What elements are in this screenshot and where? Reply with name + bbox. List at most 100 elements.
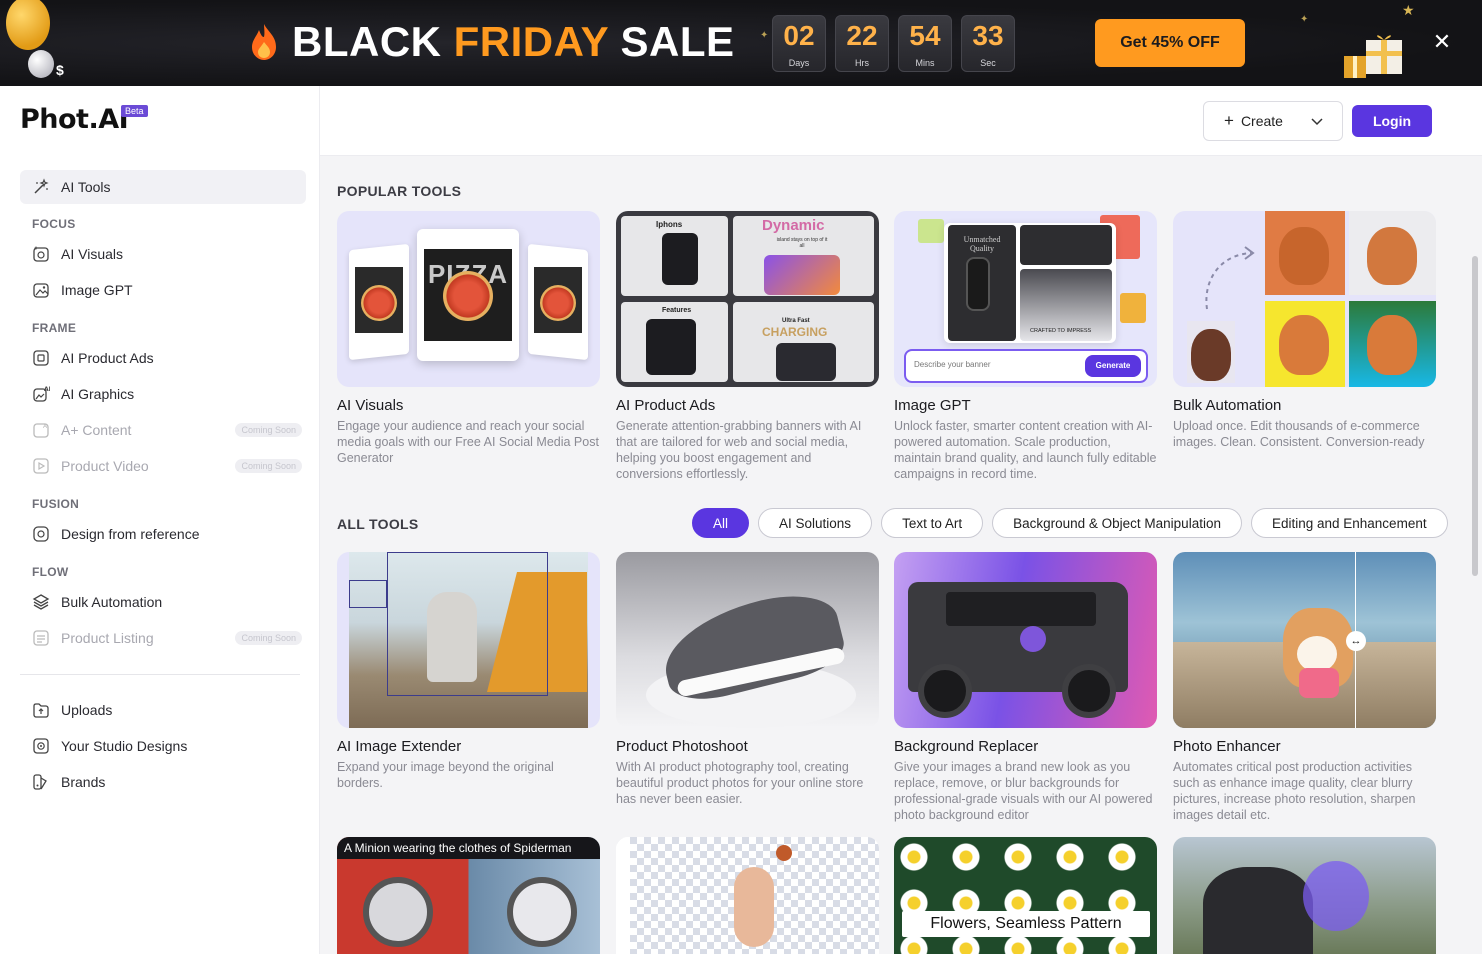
coming-soon-badge: Coming Soon	[235, 459, 302, 473]
ai-graphics-icon: AI	[32, 385, 50, 403]
countdown-seconds: 33 Sec	[961, 15, 1015, 72]
get-discount-button[interactable]: Get 45% OFF	[1095, 19, 1245, 67]
reference-icon	[32, 525, 50, 543]
tool-card-ai-product-ads[interactable]: Iphons Dynamic island stays on top of it…	[616, 211, 879, 482]
star-icon: ★	[1402, 2, 1415, 18]
card-title: Background Replacer	[894, 738, 1039, 755]
filter-chip-ai-solutions[interactable]: AI Solutions	[758, 508, 873, 538]
sidebar-item-design-from-reference[interactable]: Design from reference	[20, 517, 306, 551]
tool-card-background-replacer[interactable]: Background Replacer Give your images a b…	[894, 552, 1157, 823]
brand-icon	[32, 773, 50, 791]
generate-badge: Generate	[1085, 355, 1141, 377]
sidebar-item-ai-visuals[interactable]: AI Visuals	[20, 237, 306, 271]
minion-thumbnail: A Minion wearing the clothes of Spiderma…	[337, 837, 600, 954]
main-scrollbar[interactable]	[1472, 256, 1478, 576]
ad-frame-icon	[32, 349, 50, 367]
filter-chip-text-to-art[interactable]: Text to Art	[881, 508, 984, 538]
countdown-value: 54	[909, 20, 941, 51]
tool-card-image-gpt[interactable]: Unmatched Quality CRAFTED TO IMPRESS Des…	[894, 211, 1157, 482]
ad-text: island stays on top of it all	[776, 237, 828, 249]
card-description: Generate attention-grabbing banners with…	[616, 419, 862, 481]
countdown-label: Sec	[980, 58, 996, 68]
filter-chip-background-object[interactable]: Background & Object Manipulation	[992, 508, 1242, 538]
sidebar-item-label: Design from reference	[61, 526, 200, 542]
card-title: Photo Enhancer	[1173, 738, 1281, 755]
listing-icon	[32, 629, 50, 647]
arrow-icon	[1205, 246, 1255, 310]
magic-wand-icon	[32, 178, 50, 196]
card-title: Bulk Automation	[1173, 397, 1282, 414]
close-icon[interactable]: ✕	[1432, 31, 1452, 53]
ad-text: CRAFTED TO IMPRESS	[1030, 328, 1092, 334]
sale-title-highlight: FRIDAY	[453, 18, 609, 65]
photo-enhancer-thumbnail: ↔	[1173, 552, 1436, 728]
tool-card-bulk-automation[interactable]: Bulk Automation Upload once. Edit thousa…	[1173, 211, 1436, 450]
all-tools-heading: ALL TOOLS	[337, 516, 419, 532]
countdown-hours: 22 Hrs	[835, 15, 889, 72]
sidebar-item-label: Your Studio Designs	[61, 738, 188, 754]
sidebar-item-uploads[interactable]: Uploads	[20, 693, 306, 727]
content-icon: A	[32, 421, 50, 439]
coming-soon-badge: Coming Soon	[235, 423, 302, 437]
filter-chip-all[interactable]: All	[692, 508, 750, 538]
image-extender-thumbnail	[337, 552, 600, 728]
filter-chip-editing-enhancement[interactable]: Editing and Enhancement	[1250, 508, 1448, 538]
tool-card-ai-visuals[interactable]: PIZZA AI Visuals Engage your audience an…	[337, 211, 600, 466]
background-replacer-thumbnail	[894, 552, 1157, 728]
login-button[interactable]: Login	[1352, 105, 1432, 137]
card-description: Automates critical post production activ…	[1173, 760, 1416, 822]
logo[interactable]: Phot.AI	[20, 104, 129, 135]
tool-card-object-remover[interactable]	[1173, 837, 1436, 954]
beta-badge: Beta	[121, 105, 148, 117]
banner-prompt-text: Describe your banner	[914, 360, 991, 369]
flowers-thumbnail: Flowers, Seamless Pattern	[894, 837, 1157, 954]
filter-chips: All AI Solutions Text to Art Background …	[692, 508, 1448, 538]
promo-banner: ✦ ✦ ★ $ BLACK FRIDAY SALE 02 Days 22 Hrs 5…	[0, 0, 1482, 86]
top-header: + Create Login	[320, 86, 1482, 156]
ai-product-ads-thumbnail: Iphons Dynamic island stays on top of it…	[616, 211, 879, 387]
card-title: AI Visuals	[337, 397, 404, 414]
card-description: Expand your image beyond the original bo…	[337, 760, 554, 790]
countdown-label: Hrs	[855, 58, 869, 68]
countdown-label: Mins	[915, 58, 935, 68]
sidebar-item-a-plus-content: A A+ Content Coming Soon	[20, 413, 306, 447]
tool-card-ai-image-extender[interactable]: AI Image Extender Expand your image beyo…	[337, 552, 600, 791]
sidebar: Phot.AI Beta AI Tools FOCUS AI Visuals I…	[0, 86, 320, 954]
sidebar-item-brands[interactable]: Brands	[20, 765, 306, 799]
prompt-caption: A Minion wearing the clothes of Spiderma…	[337, 837, 600, 859]
plus-icon: +	[1224, 111, 1234, 130]
sale-title-part: BLACK	[292, 18, 454, 65]
design-icon	[32, 737, 50, 755]
tool-card-pattern-generator[interactable]: Flowers, Seamless Pattern	[894, 837, 1157, 954]
product-photoshoot-thumbnail	[616, 552, 879, 728]
sidebar-item-ai-tools[interactable]: AI Tools	[20, 170, 306, 204]
sale-title: BLACK FRIDAY SALE	[292, 18, 735, 66]
tool-card-product-photoshoot[interactable]: Product Photoshoot With AI product photo…	[616, 552, 879, 807]
sidebar-item-ai-graphics[interactable]: AI AI Graphics	[20, 377, 306, 411]
chevron-down-icon	[1311, 118, 1323, 126]
dollar-icon: $	[56, 62, 64, 78]
section-focus: FOCUS	[32, 217, 76, 231]
balloon-icon	[28, 50, 54, 78]
create-dropdown-button[interactable]: + Create	[1203, 101, 1343, 141]
tool-card-text-to-image[interactable]: A Minion wearing the clothes of Spiderma…	[337, 837, 600, 954]
ad-text: Features	[662, 307, 692, 314]
upload-folder-icon	[32, 701, 50, 719]
compare-slider-handle-icon[interactable]: ↔	[1346, 631, 1366, 651]
sidebar-item-product-video: Product Video Coming Soon	[20, 449, 306, 483]
sparkle-icon: ✦	[760, 30, 769, 41]
sidebar-item-ai-product-ads[interactable]: AI Product Ads	[20, 341, 306, 375]
svg-text:AI: AI	[44, 386, 50, 393]
image-ai-icon	[32, 281, 50, 299]
popular-tools-heading: POPULAR TOOLS	[337, 183, 462, 199]
card-description: Upload once. Edit thousands of e-commerc…	[1173, 419, 1425, 449]
ad-text: Dynamic	[762, 217, 825, 234]
sidebar-item-label: AI Graphics	[61, 386, 135, 402]
sidebar-item-studio-designs[interactable]: Your Studio Designs	[20, 729, 306, 763]
card-title: AI Product Ads	[616, 397, 716, 414]
sidebar-item-bulk-automation[interactable]: Bulk Automation	[20, 585, 306, 619]
tool-card-background-remover[interactable]	[616, 837, 879, 954]
tool-card-photo-enhancer[interactable]: ↔ Photo Enhancer Automates critical post…	[1173, 552, 1436, 823]
sidebar-item-image-gpt[interactable]: Image GPT	[20, 273, 306, 307]
sidebar-item-label: AI Tools	[61, 179, 111, 195]
